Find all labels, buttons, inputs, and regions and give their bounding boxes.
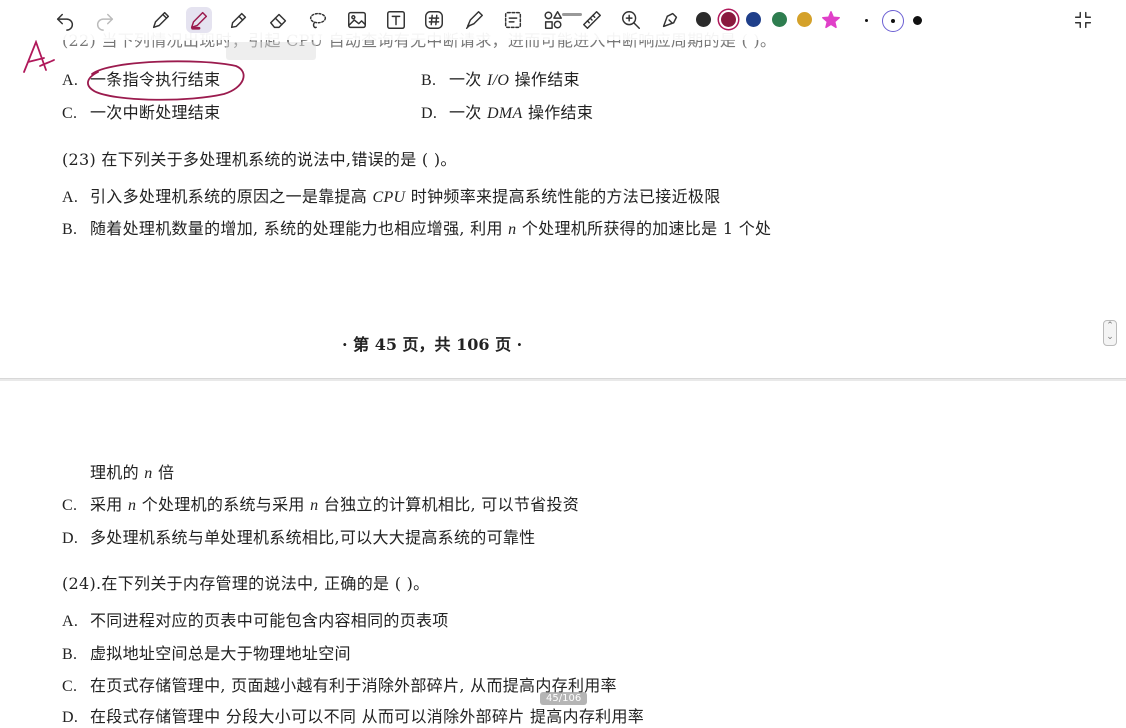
option-letter: D. <box>62 530 79 547</box>
q23-stem: (23) 在下列关于多处理机系统的说法中,错误的是 ( )。 <box>62 150 457 169</box>
stroke-size-large[interactable] <box>907 10 927 30</box>
option-text-pre: 引入多处理机系统的原因之一是靠提高 <box>90 187 373 206</box>
option-text-post: 时钟频率来提高系统性能的方法已接近极限 <box>405 187 721 206</box>
option-text-italic: CPU <box>372 189 406 206</box>
option-text-mid: 个处理机的系统与采用 <box>136 495 311 514</box>
q22-option-a: A. 一条指令执行结束 <box>62 70 220 91</box>
text-post: 倍 <box>152 463 175 482</box>
option-text-italic: I/O <box>487 72 510 89</box>
option-text: 在页式存储管理中, 页面越小越有利于消除外部碎片, 从而提高内存利用率 <box>90 676 617 695</box>
option-text-post: 操作结束 <box>522 103 594 122</box>
pencil-icon[interactable] <box>226 7 252 33</box>
image-icon[interactable] <box>344 7 370 33</box>
stroke-size-small[interactable] <box>856 10 876 30</box>
star-icon[interactable] <box>818 7 844 33</box>
q23-option-a: A. 引入多处理机系统的原因之一是靠提高 CPU 时钟频率来提高系统性能的方法已接… <box>62 187 721 208</box>
option-text-post: 个处理机所获得的加速比是 1 个处 <box>516 219 772 238</box>
pen-icon[interactable] <box>148 7 174 33</box>
q23-option-d: D. 多处理机系统与单处理机系统相比,可以大大提高系统的可靠性 <box>62 528 536 549</box>
color-swatch-black[interactable] <box>696 12 711 27</box>
option-text-pre: 一次 <box>449 103 487 122</box>
option-text-pre: 随着处理机数量的增加, 系统的处理能力也相应增强, 利用 <box>90 219 509 238</box>
q23-option-c: C. 采用 n 个处理机的系统与采用 n 台独立的计算机相比, 可以节省投资 <box>62 495 579 516</box>
sticker-icon[interactable] <box>657 7 683 33</box>
page-indicator: 45/106 <box>540 692 588 705</box>
redo-icon[interactable] <box>92 7 118 33</box>
marker-icon[interactable] <box>461 7 487 33</box>
text-pre: 理机的 <box>90 463 145 482</box>
option-letter: C. <box>62 497 78 514</box>
q22-option-d: D. 一次 DMA 操作结束 <box>421 103 593 124</box>
q24-option-c: C. 在页式存储管理中, 页面越小越有利于消除外部碎片, 从而提高内存利用率 <box>62 676 617 697</box>
eraser-icon[interactable] <box>266 7 292 33</box>
option-text-pre: 采用 <box>90 495 128 514</box>
q24-option-d: D. 在段式存储管理中 分段大小可以不同 从而可以消除外部碎片 提高内存利用率 <box>62 707 644 728</box>
pdf-page-46: 理机的 n 倍 C. 采用 n 个处理机的系统与采用 n 台独立的计算机相比, 可… <box>0 381 1126 726</box>
q22-option-b: B. 一次 I/O 操作结束 <box>421 70 580 91</box>
zoom-in-icon[interactable] <box>618 7 644 33</box>
scroll-handle[interactable]: ⌃ ⌄ <box>1103 320 1117 346</box>
option-text: 在段式存储管理中 分段大小可以不同 从而可以消除外部碎片 提高内存利用率 <box>90 707 645 726</box>
option-letter: B. <box>62 221 78 238</box>
text-italic: n <box>144 465 153 482</box>
stroke-size-medium[interactable] <box>882 10 904 32</box>
page-footer: · 第 45 页，共 106 页 · <box>342 335 523 354</box>
text-box-icon[interactable] <box>383 7 409 33</box>
option-text-post: 台独立的计算机相比, 可以节省投资 <box>318 495 580 514</box>
option-text: 虚拟地址空间总是大于物理地址空间 <box>90 644 351 663</box>
option-letter: C. <box>62 105 78 122</box>
option-text: 一条指令执行结束 <box>90 70 221 89</box>
annotation-toolbar <box>0 0 1126 40</box>
q24-stem: (24).在下列关于内存管理的说法中, 正确的是 ( )。 <box>62 574 430 593</box>
highlighter-icon[interactable] <box>186 7 212 33</box>
color-swatch-green[interactable] <box>772 12 787 27</box>
option-text: 一次中断处理结束 <box>90 103 221 122</box>
pdf-page-45: (22) 当下列情况出现时，引起 CPU 自动查询有无中断请求，进而可能进入中断… <box>0 0 1126 378</box>
option-letter: D. <box>62 709 79 726</box>
option-letter: C. <box>62 678 78 695</box>
color-swatch-blue[interactable] <box>746 12 761 27</box>
undo-icon[interactable] <box>52 7 78 33</box>
option-text-pre: 一次 <box>449 70 487 89</box>
option-letter: A. <box>62 613 79 630</box>
option-letter: D. <box>421 105 438 122</box>
ruler-icon[interactable] <box>579 7 605 33</box>
color-swatch-crimson[interactable] <box>721 12 736 27</box>
collapse-icon[interactable] <box>1070 7 1096 33</box>
color-swatch-gold[interactable] <box>797 12 812 27</box>
option-letter: A. <box>62 72 79 89</box>
q23-option-b: B. 随着处理机数量的增加, 系统的处理能力也相应增强, 利用 n 个处理机所获得… <box>62 219 771 240</box>
selection-icon[interactable] <box>500 7 526 33</box>
q23-option-b-continued: 理机的 n 倍 <box>90 463 174 484</box>
q24-option-b: B. 虚拟地址空间总是大于物理地址空间 <box>62 644 351 665</box>
option-text-italic: DMA <box>487 105 523 122</box>
option-text: 多处理机系统与单处理机系统相比,可以大大提高系统的可靠性 <box>90 528 536 547</box>
option-letter: B. <box>62 646 78 663</box>
option-letter: B. <box>421 72 437 89</box>
q22-option-c: C. 一次中断处理结束 <box>62 103 220 124</box>
hashtag-icon[interactable] <box>421 7 447 33</box>
q24-option-a: A. 不同进程对应的页表中可能包含内容相同的页表项 <box>62 611 449 632</box>
option-text: 不同进程对应的页表中可能包含内容相同的页表项 <box>90 611 449 630</box>
option-text-post: 操作结束 <box>509 70 580 89</box>
shapes-icon[interactable] <box>540 7 566 33</box>
option-letter: A. <box>62 189 79 206</box>
lasso-icon[interactable] <box>305 7 331 33</box>
